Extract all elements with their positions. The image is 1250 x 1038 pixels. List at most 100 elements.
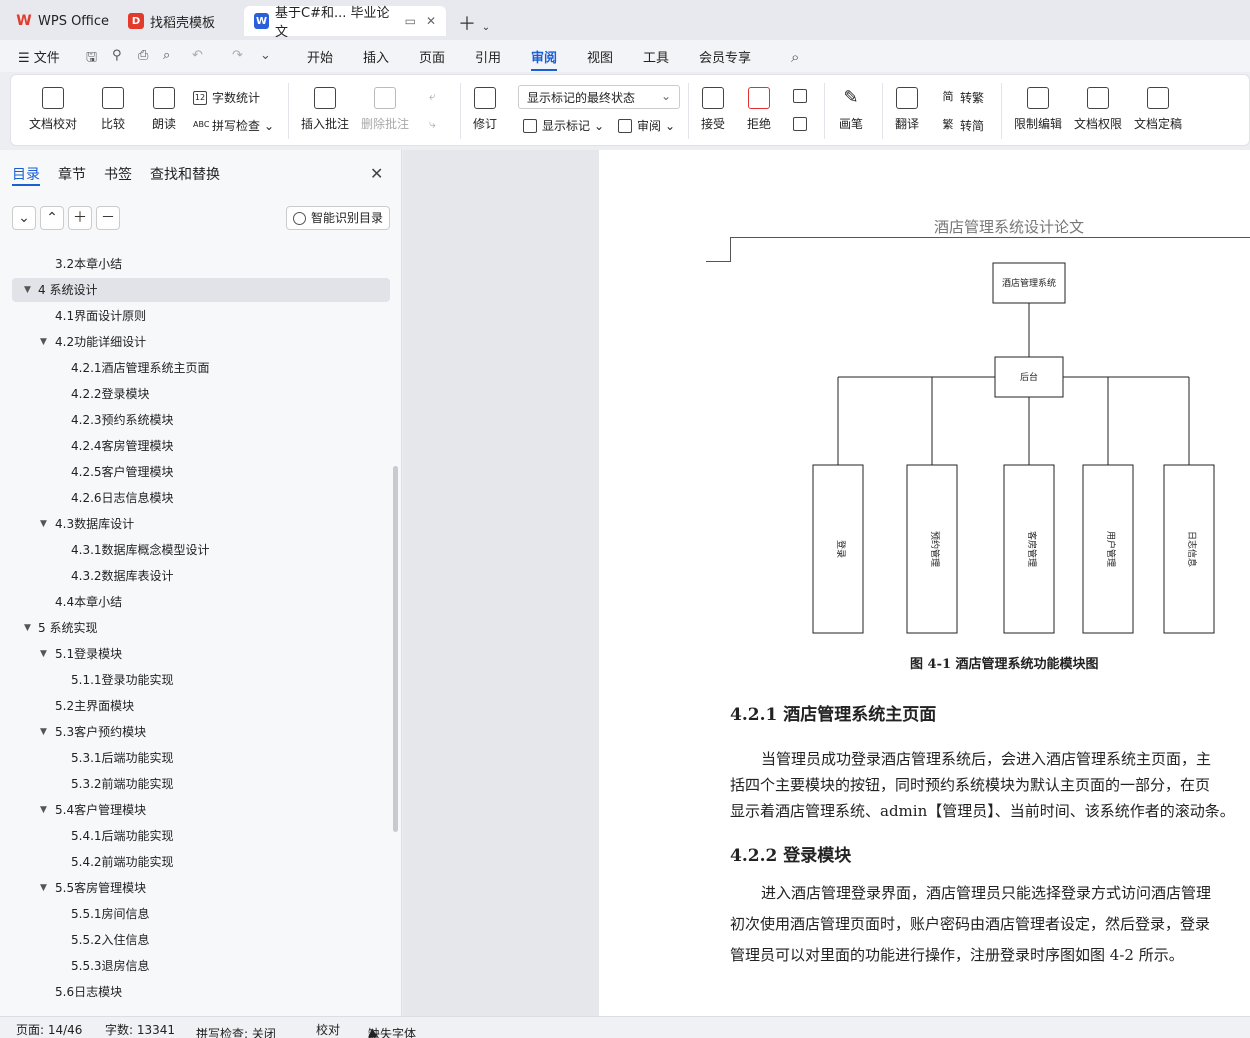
monitor-icon[interactable]: ▭ <box>405 14 416 28</box>
new-tab-button[interactable]: ＋ ⌄ <box>458 10 490 36</box>
print-preview-icon[interactable]: ⌕ <box>163 48 179 64</box>
promote-button[interactable]: ＋ <box>68 206 92 230</box>
doc-proof-button[interactable]: 文档校对 <box>29 87 77 132</box>
toc-collapse-arrow-icon[interactable]: ▼ <box>24 616 31 640</box>
toc-item[interactable]: 5.5.2入住信息 <box>12 928 390 952</box>
undo-icon[interactable]: ↶ <box>192 48 208 64</box>
toc-item[interactable]: 4.3.2数据库表设计 <box>12 564 390 588</box>
toc-item[interactable]: 5.1.1登录功能实现 <box>12 668 390 692</box>
tab-docer[interactable]: D 找稻壳模板 <box>118 6 225 36</box>
toc-item[interactable]: ▼ 5.5客房管理模块 <box>12 876 390 900</box>
menu-start[interactable]: 开始 <box>307 47 333 66</box>
doc-permission-button[interactable]: 文档权限 <box>1074 87 1122 132</box>
toc-item[interactable]: 5.4.1后端功能实现 <box>12 824 390 848</box>
spell-check-button[interactable]: ABC 拼写检查 ⌄ <box>193 117 274 134</box>
show-markup-button[interactable]: 显示标记 ⌄ <box>523 117 604 134</box>
compare-button[interactable]: 比较 <box>101 87 125 132</box>
toc-item[interactable]: 5.6日志模块 <box>12 980 390 1004</box>
close-tab-icon[interactable]: ✕ <box>426 14 436 28</box>
toc-item[interactable]: 4.2.2登录模块 <box>12 382 390 406</box>
toc-collapse-arrow-icon[interactable]: ▼ <box>40 330 47 354</box>
smart-toc-button[interactable]: 智能识别目录 <box>286 206 390 230</box>
toc-item[interactable]: ▼ 5 系统实现 <box>12 616 390 640</box>
menu-page[interactable]: 页面 <box>419 47 445 66</box>
toc-item[interactable]: 3.2本章小结 <box>12 252 390 276</box>
chevron-down-icon[interactable]: ⌄ <box>482 22 490 33</box>
nav-tab-bookmark[interactable]: 书签 <box>104 164 132 184</box>
prev-revision-icon[interactable] <box>793 89 812 103</box>
tab-wps-office[interactable]: W WPS Office <box>6 6 119 36</box>
to-traditional-button[interactable]: 简转繁 <box>941 89 985 106</box>
toc-item[interactable]: 4.4本章小结 <box>12 590 390 614</box>
word-count-indicator[interactable]: 字数: 13341 <box>105 1021 175 1038</box>
delete-comment-button[interactable]: 删除批注 <box>361 87 409 132</box>
toc-item[interactable]: 5.4.2前端功能实现 <box>12 850 390 874</box>
toc-item[interactable]: 5.3.2前端功能实现 <box>12 772 390 796</box>
tab-document[interactable]: W 基于C#和... 毕业论文 ▭ ✕ <box>244 6 446 40</box>
file-menu[interactable]: ☰ 文件 <box>18 47 60 66</box>
toc-item[interactable]: 4.2.3预约系统模块 <box>12 408 390 432</box>
nav-tab-chapter[interactable]: 章节 <box>58 164 86 184</box>
save-icon[interactable]: 🖫 <box>86 48 102 65</box>
toc-collapse-arrow-icon[interactable]: ▼ <box>40 512 47 536</box>
toc-collapse-arrow-icon[interactable]: ▼ <box>40 642 47 666</box>
toc-collapse-arrow-icon[interactable]: ▼ <box>24 278 31 302</box>
toc-collapse-arrow-icon[interactable]: ▼ <box>40 720 47 744</box>
close-icon[interactable]: ✕ <box>370 164 383 183</box>
toc-item[interactable]: ▼ 5.1登录模块 <box>12 642 390 666</box>
review-pane-button[interactable]: 审阅 ⌄ <box>618 117 675 134</box>
toc-item[interactable]: ▼ 5.4客户管理模块 <box>12 798 390 822</box>
word-count-button[interactable]: 12 字数统计 <box>193 89 260 106</box>
menu-tools[interactable]: 工具 <box>643 47 669 66</box>
toc-item[interactable]: 5.3.1后端功能实现 <box>12 746 390 770</box>
nav-tab-find-replace[interactable]: 查找和替换 <box>150 164 220 184</box>
toc-item[interactable]: 4.1界面设计原则 <box>12 304 390 328</box>
toc-item[interactable]: 4.2.6日志信息模块 <box>12 486 390 510</box>
toc-item[interactable]: 5.2主界面模块 <box>12 694 390 718</box>
toc-item[interactable]: 5.5.3退房信息 <box>12 954 390 978</box>
restrict-edit-button[interactable]: 限制编辑 <box>1014 87 1062 132</box>
markup-state-select[interactable]: 显示标记的最终状态 ⌄ <box>518 85 680 109</box>
next-revision-icon[interactable] <box>793 117 812 131</box>
demote-button[interactable]: － <box>96 206 120 230</box>
toc-item[interactable]: ▼ 4.2功能详细设计 <box>12 330 390 354</box>
toc-item[interactable]: 4.2.1酒店管理系统主页面 <box>12 356 390 380</box>
toc-item[interactable]: 5.5.1房间信息 <box>12 902 390 926</box>
to-simplified-button[interactable]: 繁转简 <box>941 117 985 134</box>
redo-icon[interactable]: ↷ <box>232 48 248 64</box>
toc-item[interactable]: 4.2.5客户管理模块 <box>12 460 390 484</box>
spell-check-status[interactable]: 拼写检查: 关闭 ⌄ <box>196 1021 276 1038</box>
reject-button[interactable]: 拒绝 <box>747 87 771 132</box>
insert-comment-button[interactable]: 插入批注 <box>301 87 349 132</box>
menu-view[interactable]: 视图 <box>587 47 613 66</box>
print-icon[interactable]: ⎙ <box>138 48 154 64</box>
prev-comment-icon[interactable]: ⤶ <box>429 89 436 104</box>
menu-review[interactable]: 审阅 <box>531 47 557 66</box>
page-indicator[interactable]: 页面: 14/46 <box>16 1021 82 1038</box>
link-icon[interactable]: ⚲ <box>112 48 128 64</box>
toc-item[interactable]: ▼ 4.3数据库设计 <box>12 512 390 536</box>
menu-reference[interactable]: 引用 <box>475 47 501 66</box>
toc-collapse-arrow-icon[interactable]: ▼ <box>40 798 47 822</box>
proof-status[interactable]: 校对 <box>316 1021 340 1038</box>
expand-all-button[interactable]: ⌄ <box>12 206 36 230</box>
toc-collapse-arrow-icon[interactable]: ▼ <box>40 876 47 900</box>
finalize-button[interactable]: 文档定稿 <box>1134 87 1182 132</box>
toc-scrollbar[interactable] <box>393 466 398 832</box>
toc-item[interactable]: ▼ 5.3客户预约模块 <box>12 720 390 744</box>
toc-item[interactable]: 4.3.1数据库概念模型设计 <box>12 538 390 562</box>
menu-member[interactable]: 会员专享 <box>699 47 751 66</box>
more-chevron-icon[interactable]: ⌄ <box>260 48 276 64</box>
toc-item[interactable]: 4.2.4客房管理模块 <box>12 434 390 458</box>
pen-button[interactable]: ✎ 画笔 <box>839 87 863 132</box>
accept-button[interactable]: 接受 <box>701 87 725 132</box>
next-comment-icon[interactable]: ⤷ <box>429 117 436 132</box>
revise-button[interactable]: 修订 <box>473 87 497 132</box>
collapse-all-button[interactable]: ⌃ <box>40 206 64 230</box>
translate-button[interactable]: 翻译 <box>895 87 919 132</box>
nav-tab-toc[interactable]: 目录 <box>12 164 40 184</box>
search-icon[interactable]: ⌕ <box>791 48 807 66</box>
menu-insert[interactable]: 插入 <box>363 47 389 66</box>
read-aloud-button[interactable]: 朗读 <box>152 87 176 132</box>
document-page[interactable]: 酒店管理系统设计论文 酒店管理系统 后台 登录 预约管理 客房管理 用户管理 日… <box>599 150 1250 1016</box>
